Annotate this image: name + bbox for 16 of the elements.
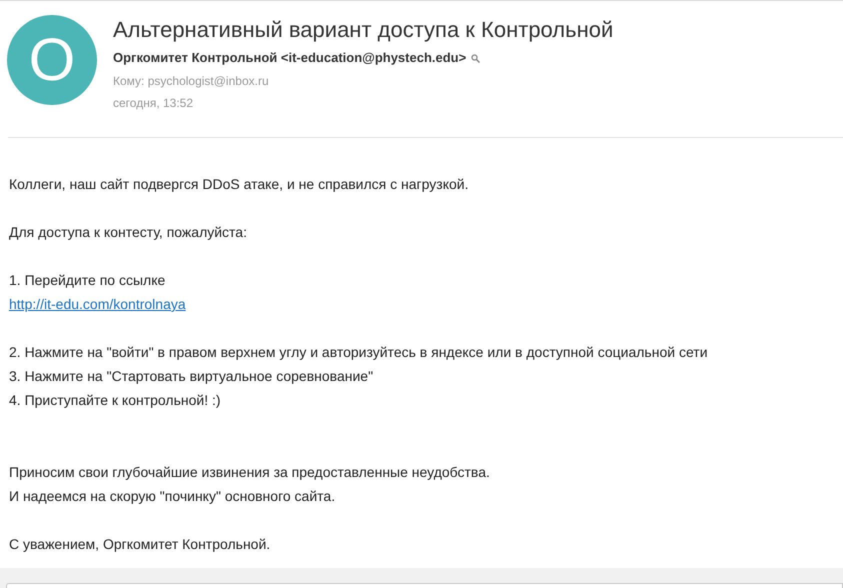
link[interactable]: http://it-edu.com/kontrolnaya — [9, 292, 186, 316]
recipient: Кому: psychologist@inbox.ru — [113, 73, 270, 89]
email-subject: Альтернативный вариант доступа к Контрольной — [113, 16, 614, 44]
body-text: 1. Перейдите по ссылке — [9, 271, 166, 290]
avatar: О — [7, 15, 97, 105]
body-text: Коллеги, наш сайт подвергся DDoS атаке, и не справился с нагрузкой. — [9, 175, 468, 194]
body-text: Для доступа к контесту, пожалуйста: — [9, 223, 247, 242]
email-date: сегодня, 13:52 — [113, 95, 194, 111]
search-icon[interactable] — [471, 54, 480, 62]
body-text: И надеемся на скорую "починку" основного сайта. — [9, 487, 336, 506]
body-text: 3. Нажмите на "Стартовать виртуальное соревнование" — [9, 367, 374, 386]
body-text: 2. Нажмите на "войти" в правом верхнем углу и авторизуйтесь в яндексе или в доступной социальной сети — [9, 343, 708, 362]
body-text: 4. Приступайте к контрольной! :) — [9, 391, 221, 410]
sender-name: Оргкомитет Контрольной <it-education@phystech.edu> — [113, 49, 466, 67]
body-text: С уважением, Оргкомитет Контрольной. — [9, 535, 270, 554]
body-text: Приносим свои глубочайшие извинения за предоставленные неудобства. — [9, 463, 490, 482]
